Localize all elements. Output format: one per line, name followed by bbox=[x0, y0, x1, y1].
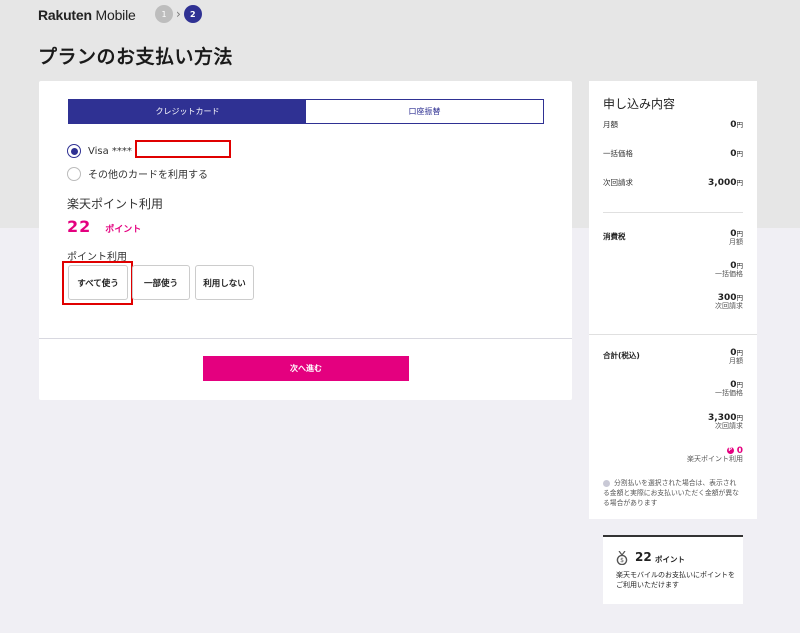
payment-method-tabs: クレジットカード 口座振替 bbox=[68, 99, 544, 124]
order-summary: 申し込み内容 月額 0円 一括価格 0円 次回請求 3,000円 消費税 0円 … bbox=[589, 81, 757, 633]
radio-unchecked-icon[interactable] bbox=[67, 166, 81, 181]
summary-label: 一括価格 bbox=[603, 149, 633, 158]
other-card-label: その他のカードを利用する bbox=[88, 170, 208, 181]
use-some-points-button[interactable]: 一部使う bbox=[132, 265, 190, 300]
summary-amount: 0円 bbox=[730, 149, 743, 159]
available-points: 22 ポイント bbox=[67, 217, 141, 236]
tax-monthly: 0円 月額 bbox=[729, 229, 743, 247]
use-all-highlight bbox=[62, 261, 133, 305]
tax-next: 300円 次回請求 bbox=[715, 293, 743, 311]
rakuten-point-icon: P bbox=[726, 447, 734, 454]
tax-lump: 0円 一括価格 bbox=[715, 261, 743, 279]
summary-divider bbox=[589, 334, 757, 335]
total-monthly: 0円 月額 bbox=[729, 348, 743, 366]
installment-note: 分割払いを選択された場合は、表示される金額と実際にお支払いいただく金額が異なる場… bbox=[603, 479, 739, 507]
site-header: Rakuten Mobile bbox=[38, 6, 136, 24]
points-heading: 楽天ポイント利用 bbox=[67, 197, 164, 211]
points-promo-area: $ 22 ポイント 楽天モバイルのお支払いにポイントをご利用いただけます bbox=[589, 519, 757, 633]
promo-points-amount: 22 bbox=[635, 550, 652, 564]
step-indicator: 1 › 2 bbox=[155, 5, 202, 23]
summary-row-monthly: 月額 0円 bbox=[603, 119, 743, 130]
redaction-highlight bbox=[135, 140, 231, 158]
total-next: 3,300円 次回請求 bbox=[708, 413, 743, 431]
divider bbox=[39, 338, 572, 339]
summary-label: 月額 bbox=[603, 120, 618, 129]
tab-credit-card[interactable]: クレジットカード bbox=[69, 100, 306, 123]
total-lump: 0円 一括価格 bbox=[715, 380, 743, 398]
payment-card: クレジットカード 口座振替 Visa **** その他のカードを利用する 楽天ポ… bbox=[39, 81, 572, 400]
page-title: プランのお支払い方法 bbox=[38, 46, 234, 68]
chevron-right-icon: › bbox=[176, 7, 181, 21]
summary-label: 次回請求 bbox=[603, 178, 633, 187]
next-button[interactable]: 次へ進む bbox=[203, 356, 409, 381]
coin-medal-icon: $ bbox=[616, 551, 628, 565]
summary-title: 申し込み内容 bbox=[603, 97, 676, 111]
info-icon bbox=[603, 479, 610, 487]
tab-bank-transfer[interactable]: 口座振替 bbox=[306, 100, 543, 123]
points-amount: 22 bbox=[67, 217, 92, 236]
other-card-option[interactable]: その他のカードを利用する bbox=[67, 166, 208, 181]
points-promo: $ 22 ポイント 楽天モバイルのお支払いにポイントをご利用いただけます bbox=[603, 535, 743, 604]
summary-row-lump: 一括価格 0円 bbox=[603, 148, 743, 159]
promo-points-unit: ポイント bbox=[655, 555, 685, 564]
total-points-used: P0 楽天ポイント利用 bbox=[687, 446, 743, 464]
step-2: 2 bbox=[183, 5, 202, 23]
points-unit: ポイント bbox=[105, 225, 142, 235]
rakuten-mobile-logo[interactable]: Rakuten Mobile bbox=[38, 7, 136, 23]
svg-text:$: $ bbox=[620, 557, 624, 564]
promo-text: 楽天モバイルのお支払いにポイントをご利用いただけます bbox=[616, 571, 735, 589]
summary-divider bbox=[603, 212, 743, 213]
summary-amount: 0円 bbox=[730, 120, 743, 130]
radio-checked-icon[interactable] bbox=[67, 144, 81, 158]
no-points-button[interactable]: 利用しない bbox=[195, 265, 254, 300]
visa-card-option[interactable]: Visa **** bbox=[67, 144, 132, 158]
visa-card-label: Visa **** bbox=[88, 145, 132, 157]
tax-label: 消費税 bbox=[603, 232, 626, 241]
summary-row-next: 次回請求 3,000円 bbox=[603, 177, 743, 188]
step-1: 1 bbox=[155, 5, 173, 23]
total-label: 合計(税込) bbox=[603, 351, 640, 360]
summary-amount: 3,000円 bbox=[708, 178, 743, 188]
